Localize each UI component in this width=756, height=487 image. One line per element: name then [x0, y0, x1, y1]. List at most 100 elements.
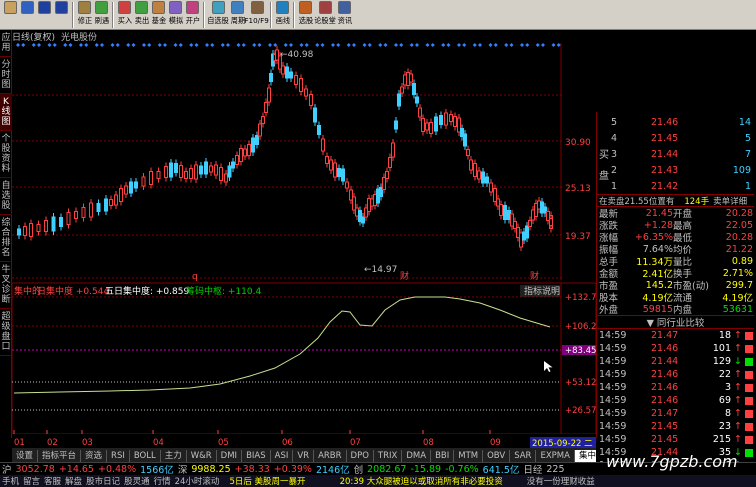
order-book-row[interactable]: 1 21.42 1	[611, 180, 751, 192]
candle-body	[243, 148, 247, 157]
candle-body	[285, 66, 289, 79]
indicator-tab-17[interactable]: OBV	[483, 450, 511, 462]
price: 21.46	[651, 116, 679, 128]
ticker-sz-chg: +38.33	[234, 463, 270, 475]
price-tick-label: 19.37	[565, 232, 591, 242]
order-book-row[interactable]: 2 21.43 109	[611, 164, 751, 176]
quote-value: 59815	[642, 303, 673, 315]
trade-volume: 69	[718, 395, 731, 406]
trade-price: 21.44	[651, 356, 679, 367]
indicator-tab-0[interactable]: 设置	[12, 450, 39, 462]
xaxis-label: 03	[82, 438, 93, 448]
event-marker-label[interactable]: 财	[400, 270, 409, 282]
indicator-tab-14[interactable]: DMA	[402, 450, 432, 462]
candle-body	[463, 133, 467, 147]
quote-value2: 299.7	[725, 279, 753, 291]
candle-body	[394, 120, 398, 130]
level: 4	[611, 132, 618, 144]
candle-body	[325, 156, 329, 164]
candle-body	[51, 216, 56, 232]
indicator-tab-3[interactable]: RSI	[107, 450, 130, 462]
candle-body	[227, 165, 232, 178]
indicator-tab-4[interactable]: BOLL	[130, 450, 161, 462]
xaxis-label: 04	[153, 438, 164, 448]
candle-body	[481, 171, 485, 184]
status-link[interactable]: 行情	[154, 475, 171, 487]
quote-sidebar: 买盘 5 21.46 14 4 21.45 5 3 21.44 7 2 21.43 109 1 21.42 1…	[596, 112, 754, 484]
candle-body	[44, 220, 48, 232]
candle-body	[204, 161, 208, 175]
candle-body	[415, 96, 419, 104]
indicator-tab-19[interactable]: EXPMA	[536, 450, 575, 462]
candle-body	[29, 223, 33, 237]
quote-value2: 2.71%	[722, 267, 753, 279]
candle-body	[114, 194, 118, 206]
order-book-row[interactable]: 5 21.46 14	[611, 116, 751, 128]
indicator-tick-label: +53.12	[565, 378, 596, 388]
candle-body	[449, 114, 453, 122]
candle-body	[313, 107, 317, 123]
candle-body	[189, 168, 193, 179]
indicator-tab-2[interactable]: 资选	[81, 450, 108, 462]
news-item[interactable]: 20:39 大众腿被迫以或取消所有非必要投资	[340, 475, 503, 487]
news-item[interactable]: 没有一份理财收益	[527, 475, 595, 487]
candle-body	[235, 155, 239, 165]
indicator-tab-11[interactable]: ARBR	[314, 450, 347, 462]
indicator-tab-6[interactable]: W&R	[187, 450, 217, 462]
ob-head-tail: 卖单详细	[713, 196, 748, 207]
terminal-window: 修正 刷遇 买入 卖出 基金 模拟 开户 自选股 周期 F10/F9 画线 选股 论股堂 资讯 应用分时图…	[0, 0, 756, 487]
candle-body	[304, 88, 308, 97]
status-link[interactable]: 股灵通	[124, 475, 150, 487]
candle-body	[81, 207, 86, 218]
trade-time: 14:59	[599, 369, 627, 380]
candle-body	[337, 168, 341, 177]
indicator-tab-16[interactable]: MTM	[454, 450, 484, 462]
trade-volume: 101	[712, 343, 731, 354]
candle-body	[397, 93, 401, 107]
indicator-tab-20[interactable]: 集中的	[574, 450, 596, 462]
status-link[interactable]: 解盘	[65, 475, 82, 487]
status-link[interactable]: 24小时滚动	[175, 475, 220, 487]
indicator-tab-9[interactable]: ASI	[271, 450, 294, 462]
level: 2	[611, 164, 618, 176]
candle-body	[329, 159, 333, 171]
indicator-tab-18[interactable]: SAR	[510, 450, 537, 462]
event-marker-label[interactable]: 财	[530, 270, 539, 282]
candle-body	[321, 138, 325, 152]
trade-row: 14:59 21.46 69 ↑	[597, 394, 754, 407]
candle-body	[255, 135, 259, 145]
price: 21.42	[651, 180, 679, 192]
order-book-row[interactable]: 3 21.44 7	[611, 148, 751, 160]
event-marker-label[interactable]: q	[192, 272, 198, 282]
low-price-label: ←14.97	[364, 265, 397, 275]
candle-body	[258, 123, 262, 137]
indicator-tab-1[interactable]: 指标平台	[38, 450, 82, 462]
status-link[interactable]: 留言	[23, 475, 40, 487]
xaxis-label: 08	[423, 438, 434, 448]
order-book: 买盘 5 21.46 14 4 21.45 5 3 21.44 7 2 21.43 109 1 21.42 1	[597, 112, 754, 195]
candle-body	[239, 148, 243, 162]
indicator-tab-15[interactable]: BBI	[431, 450, 455, 462]
indicator-tab-10[interactable]: VR	[293, 450, 315, 462]
status-link[interactable]: 手机	[2, 475, 19, 487]
indicator-tab-7[interactable]: DMI	[217, 450, 243, 462]
trade-time: 14:59	[599, 421, 627, 432]
candle-body	[149, 171, 153, 185]
candle-body	[194, 164, 198, 180]
down-arrow-icon: ↓	[734, 356, 742, 367]
indicator-tab-5[interactable]: 主力	[161, 450, 187, 462]
volume: 7	[744, 148, 751, 160]
candle-body	[391, 142, 395, 158]
news-item[interactable]: 5日后 美股周一暴开	[229, 475, 305, 487]
status-link[interactable]: 股市日记	[86, 475, 120, 487]
trade-row: 14:59 21.45 215 ↑	[597, 433, 754, 446]
price-tick-label: 30.90	[565, 138, 591, 148]
indicator-tick-label: +83.45	[565, 346, 596, 356]
status-link[interactable]: 客服	[44, 475, 61, 487]
industry-compare[interactable]: ▼ 同行业比较	[597, 315, 754, 329]
indicator-tab-8[interactable]: BIAS	[242, 450, 271, 462]
indicator-tab-12[interactable]: DPO	[347, 450, 374, 462]
indicator-tab-13[interactable]: TRIX	[374, 450, 403, 462]
order-book-row[interactable]: 4 21.45 5	[611, 132, 751, 144]
trade-price: 21.47	[651, 408, 679, 419]
